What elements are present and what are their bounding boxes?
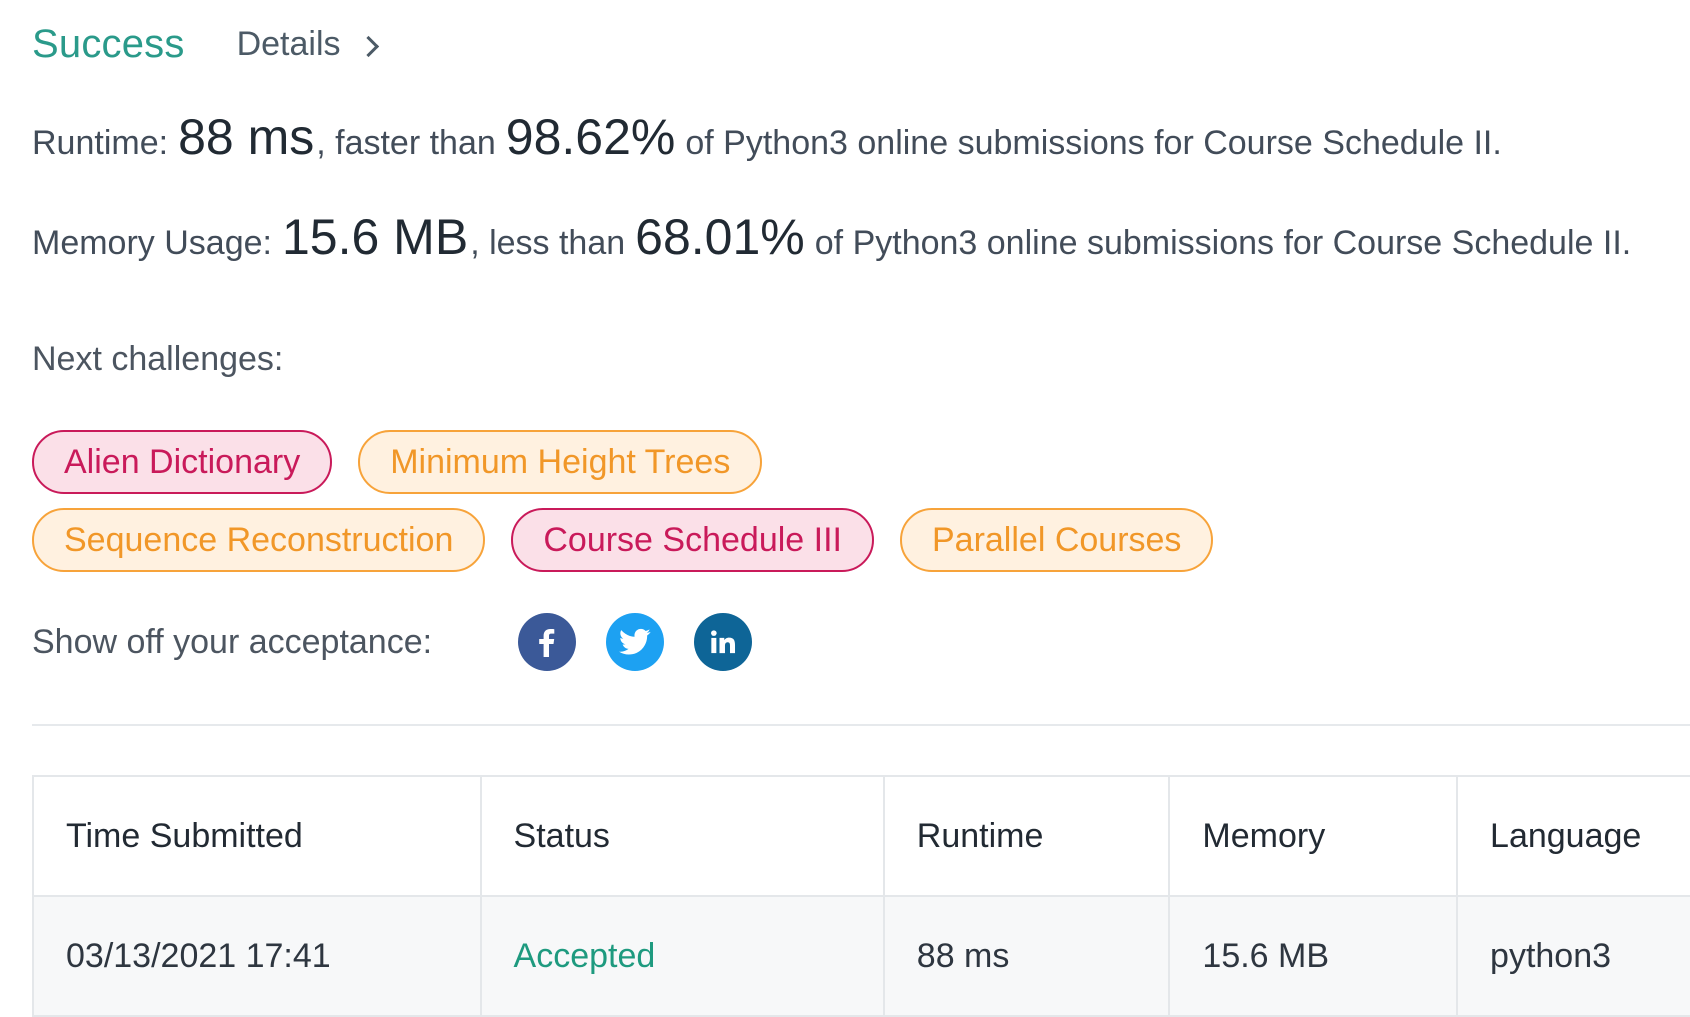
challenge-chip-sequence-reconstruction[interactable]: Sequence Reconstruction	[32, 508, 486, 572]
challenge-chip-minimum-height-trees[interactable]: Minimum Height Trees	[358, 430, 763, 494]
challenge-chip-parallel-courses[interactable]: Parallel Courses	[899, 508, 1214, 572]
cell-memory: 15.6 MB	[1168, 895, 1459, 1017]
status-title: Success	[32, 21, 185, 66]
memory-suffix: of Python3 online submissions for Course…	[814, 224, 1632, 262]
table-row: 03/13/2021 17:41 Accepted 88 ms 15.6 MB …	[32, 895, 1690, 1017]
share-row: Show off your acceptance:	[32, 612, 782, 672]
challenge-chip-alien-dictionary[interactable]: Alien Dictionary	[32, 430, 333, 494]
submissions-table: Time Submitted Status Runtime Memory Lan…	[32, 775, 1690, 1017]
cell-language: python3	[1456, 895, 1690, 1017]
challenge-row: Alien Dictionary Minimum Height Trees	[32, 430, 1572, 494]
runtime-suffix: of Python3 online submissions for Course…	[685, 124, 1502, 162]
share-label: Show off your acceptance:	[32, 622, 433, 661]
details-label: Details	[236, 24, 341, 63]
facebook-icon[interactable]	[518, 613, 576, 671]
cell-status-link[interactable]: Accepted	[479, 895, 885, 1017]
column-header-language[interactable]: Language	[1456, 775, 1690, 897]
next-challenges-label: Next challenges:	[32, 340, 284, 378]
linkedin-icon[interactable]	[694, 613, 752, 671]
section-divider	[32, 724, 1690, 726]
challenge-row: Sequence Reconstruction Course Schedule …	[32, 508, 1572, 572]
runtime-stat: Runtime: 88 ms , faster than 98.62% of P…	[32, 108, 1502, 166]
next-challenges-list: Alien Dictionary Minimum Height Trees Se…	[32, 430, 1572, 586]
runtime-value: 88 ms	[178, 109, 315, 165]
runtime-percent: 98.62%	[505, 109, 676, 165]
cell-runtime: 88 ms	[882, 895, 1171, 1017]
cell-time: 03/13/2021 17:41	[32, 895, 482, 1017]
memory-value: 15.6 MB	[281, 209, 469, 265]
column-header-time[interactable]: Time Submitted	[32, 775, 482, 897]
twitter-icon[interactable]	[606, 613, 664, 671]
table-header-row: Time Submitted Status Runtime Memory Lan…	[32, 775, 1690, 897]
memory-percent: 68.01%	[635, 209, 805, 265]
memory-stat: Memory Usage: 15.6 MB , less than 68.01%…	[32, 208, 1631, 266]
details-link[interactable]: Details	[236, 24, 379, 64]
column-header-runtime[interactable]: Runtime	[882, 775, 1171, 897]
column-header-status[interactable]: Status	[479, 775, 885, 897]
column-header-memory[interactable]: Memory	[1168, 775, 1459, 897]
result-header: Success Details	[32, 14, 379, 74]
challenge-chip-course-schedule-iii[interactable]: Course Schedule III	[511, 508, 874, 572]
memory-comparison: , less than	[470, 224, 626, 262]
memory-label: Memory Usage:	[32, 224, 272, 262]
chevron-right-icon	[357, 35, 379, 57]
runtime-comparison: , faster than	[316, 124, 496, 162]
runtime-label: Runtime:	[32, 124, 169, 162]
